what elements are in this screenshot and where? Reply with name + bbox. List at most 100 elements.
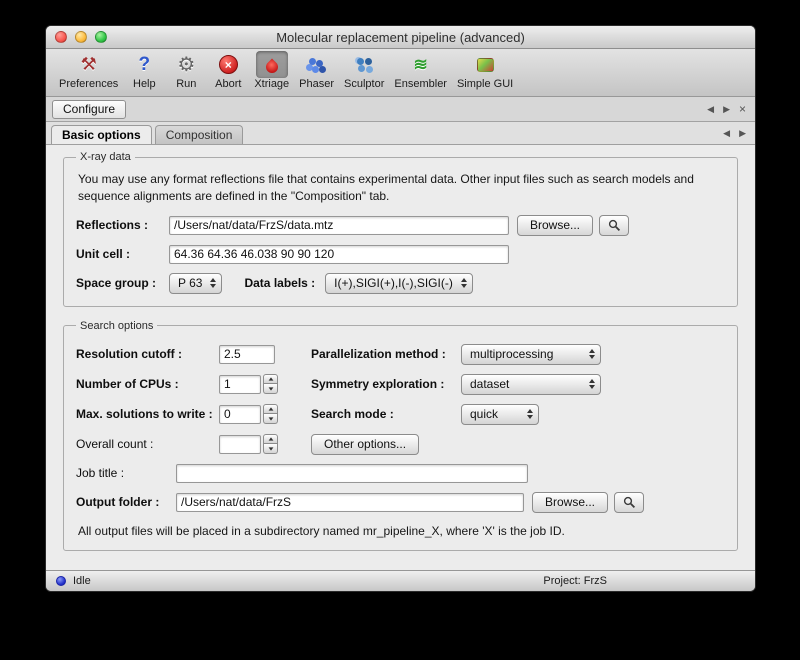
toolbar-label: Sculptor: [344, 78, 384, 91]
symmetry-exploration-value: dataset: [470, 377, 509, 391]
simple-gui-icon: [469, 51, 501, 78]
job-title-row: Job title :: [76, 464, 725, 483]
reflections-view-button[interactable]: [599, 215, 629, 236]
output-folder-view-button[interactable]: [614, 492, 644, 513]
inner-tab-bar: Basic options Composition ◀ ▶: [46, 122, 755, 145]
unit-cell-input[interactable]: [169, 245, 509, 264]
search-mode-select[interactable]: quick: [461, 404, 539, 425]
popup-arrows-icon: [589, 349, 595, 359]
tab-scroll-right-icon[interactable]: ▶: [723, 104, 730, 115]
job-title-label: Job title :: [76, 466, 176, 480]
overall-count-input[interactable]: [219, 435, 261, 454]
stepper-down-icon[interactable]: [263, 444, 278, 454]
magnifier-icon: [608, 219, 621, 232]
help-icon: ?: [128, 51, 160, 78]
outer-tab-bar: Configure ◀ ▶ ×: [46, 97, 755, 122]
max-solutions-stepper[interactable]: [263, 404, 278, 424]
abort-icon: ×: [212, 51, 244, 78]
popup-arrows-icon: [527, 409, 533, 419]
toolbar-label: Run: [176, 78, 196, 91]
parallelization-method-label: Parallelization method :: [311, 347, 461, 361]
unit-cell-row: Unit cell :: [76, 245, 725, 264]
cpus-stepper[interactable]: [263, 374, 278, 394]
status-bar: Idle Project: FrzS: [46, 570, 755, 591]
tab-scroll-right-icon[interactable]: ▶: [739, 128, 746, 139]
number-of-cpus-input[interactable]: [219, 375, 261, 394]
parallelization-method-value: multiprocessing: [470, 347, 553, 361]
parallelization-method-select[interactable]: multiprocessing: [461, 344, 601, 365]
symmetry-exploration-select[interactable]: dataset: [461, 374, 601, 395]
reflections-row: Reflections : Browse...: [76, 215, 725, 236]
max-solutions-input[interactable]: [219, 405, 261, 424]
project-label: Project: FrzS: [543, 575, 607, 587]
zoom-window-button[interactable]: [95, 31, 107, 43]
tab-scroll-left-icon[interactable]: ◀: [723, 128, 730, 139]
window-title: Molecular replacement pipeline (advanced…: [276, 30, 525, 45]
toolbar-label: Phaser: [299, 78, 334, 91]
toolbar-label: Xtriage: [254, 78, 289, 91]
popup-arrows-icon: [461, 278, 467, 288]
xray-description: You may use any format reflections file …: [78, 171, 723, 205]
stepper-up-icon[interactable]: [263, 434, 278, 444]
output-folder-browse-button[interactable]: Browse...: [532, 492, 608, 513]
resolution-cutoff-input[interactable]: [219, 345, 275, 364]
phaser-icon: [301, 51, 333, 78]
output-folder-input[interactable]: [176, 493, 524, 512]
xtriage-icon: [256, 51, 288, 78]
tab-basic-options[interactable]: Basic options: [51, 125, 152, 144]
data-labels-label: Data labels :: [244, 276, 315, 290]
app-window: Molecular replacement pipeline (advanced…: [45, 25, 756, 592]
toolbar-button-run[interactable]: ⚙ Run: [165, 51, 207, 91]
tab-scroll-left-icon[interactable]: ◀: [707, 104, 714, 115]
symmetry-exploration-label: Symmetry exploration :: [311, 377, 461, 391]
toolbar-button-xtriage[interactable]: Xtriage: [249, 51, 294, 91]
overall-count-label: Overall count :: [76, 437, 219, 451]
status-indicator-icon: [56, 576, 66, 586]
popup-arrows-icon: [210, 278, 216, 288]
xray-data-legend: X-ray data: [76, 151, 135, 163]
toolbar-button-phaser[interactable]: Phaser: [294, 51, 339, 91]
tab-configure[interactable]: Configure: [52, 100, 126, 119]
tab-close-icon[interactable]: ×: [739, 105, 746, 114]
output-folder-label: Output folder :: [76, 495, 176, 509]
output-note: All output files will be placed in a sub…: [78, 524, 723, 538]
minimize-window-button[interactable]: [75, 31, 87, 43]
toolbar-label: Ensembler: [394, 78, 447, 91]
stepper-down-icon[interactable]: [263, 414, 278, 424]
resolution-cutoff-label: Resolution cutoff :: [76, 347, 219, 361]
space-group-select[interactable]: P 63: [169, 273, 222, 294]
job-title-input[interactable]: [176, 464, 528, 483]
other-options-button[interactable]: Other options...: [311, 434, 419, 455]
reflections-browse-button[interactable]: Browse...: [517, 215, 593, 236]
ensembler-icon: ≋: [405, 51, 437, 78]
toolbar-button-simple-gui[interactable]: Simple GUI: [452, 51, 518, 91]
reflections-input[interactable]: [169, 216, 509, 235]
status-text: Idle: [73, 575, 91, 587]
popup-arrows-icon: [589, 379, 595, 389]
stepper-up-icon[interactable]: [263, 404, 278, 414]
tab-nav-controls: ◀ ▶ ×: [707, 104, 749, 115]
toolbar-button-ensembler[interactable]: ≋ Ensembler: [389, 51, 452, 91]
data-labels-select[interactable]: I(+),SIGI(+),I(-),SIGI(-): [325, 273, 473, 294]
tab-composition[interactable]: Composition: [155, 125, 244, 144]
run-icon: ⚙: [170, 51, 202, 78]
toolbar-button-abort[interactable]: × Abort: [207, 51, 249, 91]
unit-cell-label: Unit cell :: [76, 247, 169, 261]
stepper-up-icon[interactable]: [263, 374, 278, 384]
stepper-down-icon[interactable]: [263, 384, 278, 394]
sculptor-icon: [348, 51, 380, 78]
toolbar-button-sculptor[interactable]: Sculptor: [339, 51, 389, 91]
basic-options-panel: X-ray data You may use any format reflec…: [46, 145, 755, 573]
close-window-button[interactable]: [55, 31, 67, 43]
toolbar-button-help[interactable]: ? Help: [123, 51, 165, 91]
titlebar[interactable]: Molecular replacement pipeline (advanced…: [46, 26, 755, 49]
toolbar-label: Abort: [215, 78, 241, 91]
search-options-group: Search options Resolution cutoff : Paral…: [63, 320, 738, 551]
toolbar-button-preferences[interactable]: ⚒ Preferences: [54, 51, 123, 91]
overall-count-stepper[interactable]: [263, 434, 278, 454]
search-mode-value: quick: [470, 407, 498, 421]
toolbar-label: Help: [133, 78, 156, 91]
inner-tab-nav-controls: ◀ ▶: [723, 128, 750, 139]
magnifier-icon: [623, 496, 636, 509]
number-of-cpus-label: Number of CPUs :: [76, 377, 219, 391]
